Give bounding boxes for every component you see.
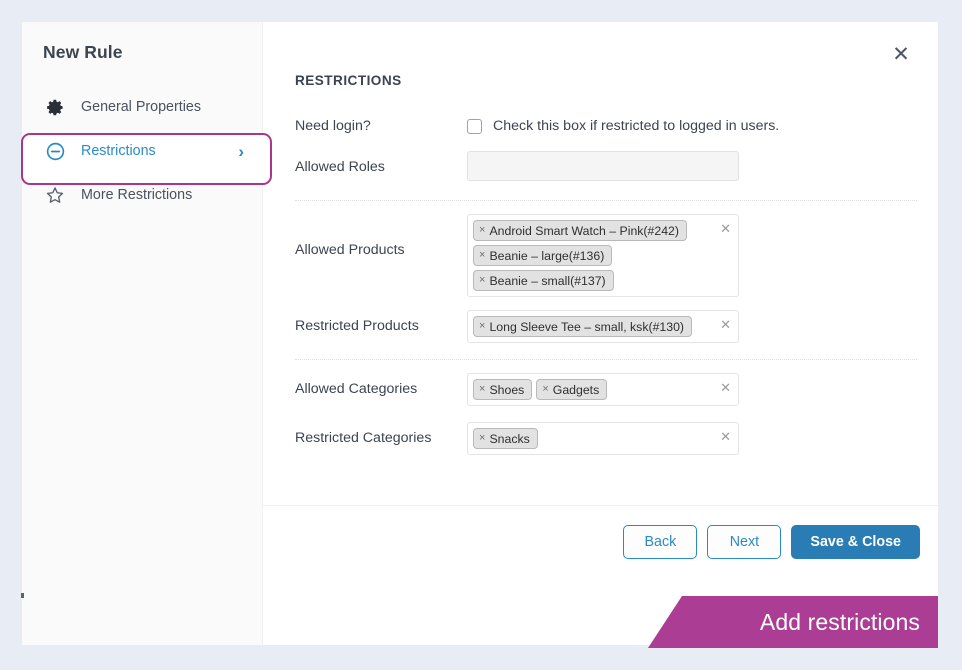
chevron-right-icon: › — [238, 141, 244, 161]
sidebar-item-restrictions[interactable]: Restrictions › — [22, 129, 262, 173]
need-login-checkbox[interactable] — [467, 118, 482, 134]
back-button[interactable]: Back — [623, 525, 698, 559]
next-button[interactable]: Next — [707, 525, 782, 559]
close-icon[interactable]: ✕ — [885, 38, 917, 70]
cursor-artifact — [21, 593, 24, 598]
chip-label: Snacks — [489, 431, 530, 446]
gear-icon — [43, 95, 67, 119]
page-title: RESTRICTIONS — [295, 73, 402, 88]
chip[interactable]: × Long Sleeve Tee – small, ksk(#130) — [473, 316, 693, 337]
chip-remove-icon[interactable]: × — [479, 275, 485, 286]
clear-icon[interactable]: ✕ — [720, 381, 731, 394]
sidebar-title: New Rule — [43, 42, 123, 62]
restricted-categories-label: Restricted Categories — [295, 430, 432, 446]
chip-remove-icon[interactable]: × — [479, 321, 485, 332]
new-rule-modal: New Rule General Properties Restrictions… — [21, 22, 938, 645]
restricted-products-field: × Long Sleeve Tee – small, ksk(#130) ✕ — [467, 310, 916, 343]
restricted-categories-multiselect[interactable]: × Snacks ✕ — [467, 422, 739, 455]
chip[interactable]: × Gadgets — [536, 379, 608, 400]
add-restrictions-banner: Add restrictions — [648, 596, 938, 648]
chip[interactable]: × Beanie – large(#136) — [473, 245, 613, 266]
sidebar: New Rule General Properties Restrictions… — [21, 22, 272, 645]
sidebar-item-label: General Properties — [81, 99, 201, 115]
circle-minus-icon — [43, 139, 67, 163]
clear-icon[interactable]: ✕ — [720, 430, 731, 443]
chip-remove-icon[interactable]: × — [479, 433, 485, 444]
chip[interactable]: × Android Smart Watch – Pink(#242) — [473, 220, 687, 241]
chip-label: Shoes — [489, 382, 525, 397]
content-panel: RESTRICTIONS ✕ Need login? Check this bo… — [262, 22, 938, 645]
restricted-products-multiselect[interactable]: × Long Sleeve Tee – small, ksk(#130) ✕ — [467, 310, 739, 343]
sidebar-item-label: Restrictions — [81, 143, 156, 159]
restricted-products-row: Restricted Products × Long Sleeve Tee – … — [295, 310, 916, 346]
chip-label: Long Sleeve Tee – small, ksk(#130) — [489, 319, 685, 334]
star-icon — [43, 183, 67, 207]
chip-label: Gadgets — [552, 382, 600, 397]
restricted-categories-field: × Snacks ✕ — [467, 422, 916, 455]
need-login-checkbox-label: Check this box if restricted to logged i… — [493, 118, 780, 134]
sidebar-nav: General Properties Restrictions › More R… — [22, 85, 262, 217]
allowed-roles-field — [467, 151, 916, 181]
sidebar-item-more-restrictions[interactable]: More Restrictions — [22, 173, 262, 217]
restrictions-form: Need login? Check this box if restricted… — [295, 110, 917, 458]
section-divider — [295, 200, 917, 201]
chip-remove-icon[interactable]: × — [479, 225, 485, 236]
sidebar-item-label: More Restrictions — [81, 187, 193, 203]
chip-label: Beanie – large(#136) — [489, 248, 605, 263]
need-login-field: Check this box if restricted to logged i… — [467, 118, 916, 134]
allowed-roles-input[interactable] — [467, 151, 739, 181]
chip-remove-icon[interactable]: × — [479, 250, 485, 261]
allowed-products-row: Allowed Products × Android Smart Watch –… — [295, 214, 916, 297]
allowed-products-label: Allowed Products — [295, 242, 405, 258]
restricted-categories-row: Restricted Categories × Snacks ✕ — [295, 422, 916, 458]
allowed-categories-field: × Shoes × Gadgets ✕ — [467, 373, 916, 406]
chip-remove-icon[interactable]: × — [542, 384, 548, 395]
clear-icon[interactable]: ✕ — [720, 318, 731, 331]
save-and-close-button[interactable]: Save & Close — [791, 525, 920, 559]
clear-icon[interactable]: ✕ — [720, 222, 731, 235]
allowed-categories-label: Allowed Categories — [295, 381, 418, 397]
restricted-products-label: Restricted Products — [295, 318, 419, 334]
section-divider — [295, 359, 917, 360]
allowed-roles-label: Allowed Roles — [295, 159, 385, 175]
allowed-products-multiselect[interactable]: × Android Smart Watch – Pink(#242) × Bea… — [467, 214, 739, 297]
need-login-row: Need login? Check this box if restricted… — [295, 110, 916, 142]
footer-actions: Back Next Save & Close — [623, 525, 920, 559]
footer-divider — [263, 505, 938, 506]
sidebar-item-general-properties[interactable]: General Properties — [22, 85, 262, 129]
allowed-products-field: × Android Smart Watch – Pink(#242) × Bea… — [467, 214, 916, 297]
chip[interactable]: × Beanie – small(#137) — [473, 270, 614, 291]
chip-label: Android Smart Watch – Pink(#242) — [489, 223, 679, 238]
allowed-categories-row: Allowed Categories × Shoes × Gadgets ✕ — [295, 373, 916, 409]
chip-label: Beanie – small(#137) — [489, 273, 606, 288]
allowed-categories-multiselect[interactable]: × Shoes × Gadgets ✕ — [467, 373, 739, 406]
chip[interactable]: × Shoes — [473, 379, 533, 400]
chip-remove-icon[interactable]: × — [479, 384, 485, 395]
banner-label: Add restrictions — [759, 608, 920, 635]
chip[interactable]: × Snacks — [473, 428, 538, 449]
allowed-roles-row: Allowed Roles — [295, 151, 916, 187]
need-login-label: Need login? — [295, 118, 371, 134]
